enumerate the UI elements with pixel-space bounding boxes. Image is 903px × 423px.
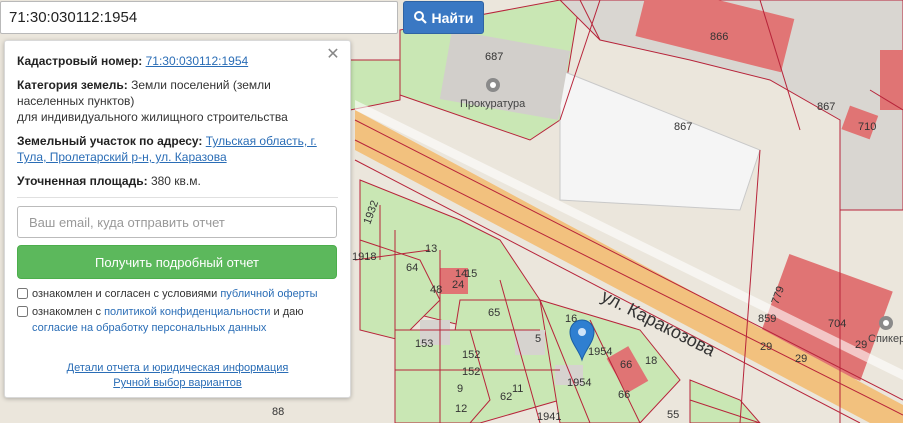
search-button[interactable]: Найти: [403, 1, 484, 34]
parcel-number-label: 88: [272, 406, 284, 418]
area-row: Уточненная площадь: 380 кв.м.: [17, 173, 338, 189]
parcel-number-label: 12: [455, 403, 467, 415]
parcel-number-label: 29: [855, 339, 867, 351]
parcel-number-label: 687: [485, 51, 503, 63]
parcel-number-label: 859: [758, 313, 776, 325]
parcel-number-label: 867: [817, 101, 835, 113]
parcel-number-label: 704: [828, 318, 846, 330]
area-label: Уточненная площадь:: [17, 174, 148, 188]
report-details-link[interactable]: Детали отчета и юридическая информация: [67, 362, 289, 374]
parcel-number-label: 62: [500, 391, 512, 403]
parcel-number-label: 29: [760, 341, 772, 353]
parcel-number-label: 66: [620, 359, 632, 371]
cadastral-number-label: Кадастровый номер:: [17, 54, 143, 68]
land-category-row: Категория земель: Земли поселений (земли…: [17, 77, 338, 125]
poi-label-prokuratura: Прокуратура: [460, 98, 526, 110]
consent-privacy-checkbox[interactable]: [17, 306, 28, 317]
parcel-number-label: 65: [488, 307, 500, 319]
parcel-number-label: 152: [462, 366, 480, 378]
parcel-number-label: 1918: [352, 251, 376, 263]
footer-links: Детали отчета и юридическая информация Р…: [5, 359, 350, 389]
parcel-number-label: 1941: [537, 411, 561, 423]
parcel-info-panel: ✕ Кадастровый номер: 71:30:030112:1954 К…: [4, 40, 351, 398]
divider: [17, 197, 338, 198]
parcel-number-label: 5: [535, 333, 541, 345]
address-label: Земельный участок по адресу:: [17, 134, 203, 148]
parcel-number-label: 1954: [588, 346, 612, 358]
parcel-number-label: 48: [430, 284, 442, 296]
search-button-label: Найти: [431, 9, 474, 26]
parcel-number-label: 29: [795, 353, 807, 365]
parcel-number-label: 153: [415, 338, 433, 350]
parcel-number-label: 13: [425, 243, 437, 255]
parcel-number-label: 710: [858, 121, 876, 133]
address-row: Земельный участок по адресу: Тульская об…: [17, 133, 338, 165]
cadastral-search-input[interactable]: [0, 1, 398, 34]
privacy-policy-link[interactable]: политикой конфиденциальности: [104, 306, 270, 318]
cadastral-number-row: Кадастровый номер: 71:30:030112:1954: [17, 53, 338, 69]
parcel-number-label: 15: [465, 268, 477, 280]
cadastral-number-link[interactable]: 71:30:030112:1954: [146, 54, 249, 68]
parcel-number-label: 866: [710, 31, 728, 43]
land-category-label: Категория земель:: [17, 78, 128, 92]
speaker-icon: [879, 316, 893, 330]
parcel-number-label: 55: [667, 409, 679, 421]
poi-label-speaker: Спикер: [868, 333, 903, 345]
public-offer-link[interactable]: публичной оферты: [220, 288, 317, 300]
parcel-number-label: 867: [674, 121, 692, 133]
manual-selection-link[interactable]: Ручной выбор вариантов: [113, 377, 241, 389]
consent-offer-checkbox[interactable]: [17, 288, 28, 299]
parcel-number-label: 64: [406, 262, 418, 274]
parcel-number-label: 18: [645, 355, 657, 367]
parcel-number-label: 152: [462, 349, 480, 361]
consent-offer-row: ознакомлен и согласен с условиями публич…: [17, 286, 338, 302]
consent-privacy-row: ознакомлен с политикой конфиденциальност…: [17, 304, 338, 336]
get-report-button[interactable]: Получить подробный отчет: [17, 245, 337, 279]
consent-offer-text: ознакомлен и согласен с условиями: [32, 288, 218, 300]
land-category-usage: для индивидуального жилищного строительс…: [17, 110, 288, 124]
parcel-number-label: 66: [618, 389, 630, 401]
parcel-number-label: 1954: [567, 377, 591, 389]
personal-data-link[interactable]: согласие на обработку персональных данны…: [32, 322, 266, 334]
email-input[interactable]: [17, 206, 337, 238]
consent-privacy-text: ознакомлен с: [32, 306, 102, 318]
parcel-number-label: 24: [452, 279, 464, 291]
prosecutor-office-icon: [486, 78, 500, 92]
area-value: 380 кв.м.: [150, 174, 201, 188]
parcel-number-label: 9: [457, 383, 463, 395]
parcel-number-label: 11: [512, 383, 523, 395]
close-icon[interactable]: ✕: [324, 46, 342, 64]
search-icon: [413, 11, 427, 24]
consent-privacy-text2: и даю: [273, 306, 304, 318]
